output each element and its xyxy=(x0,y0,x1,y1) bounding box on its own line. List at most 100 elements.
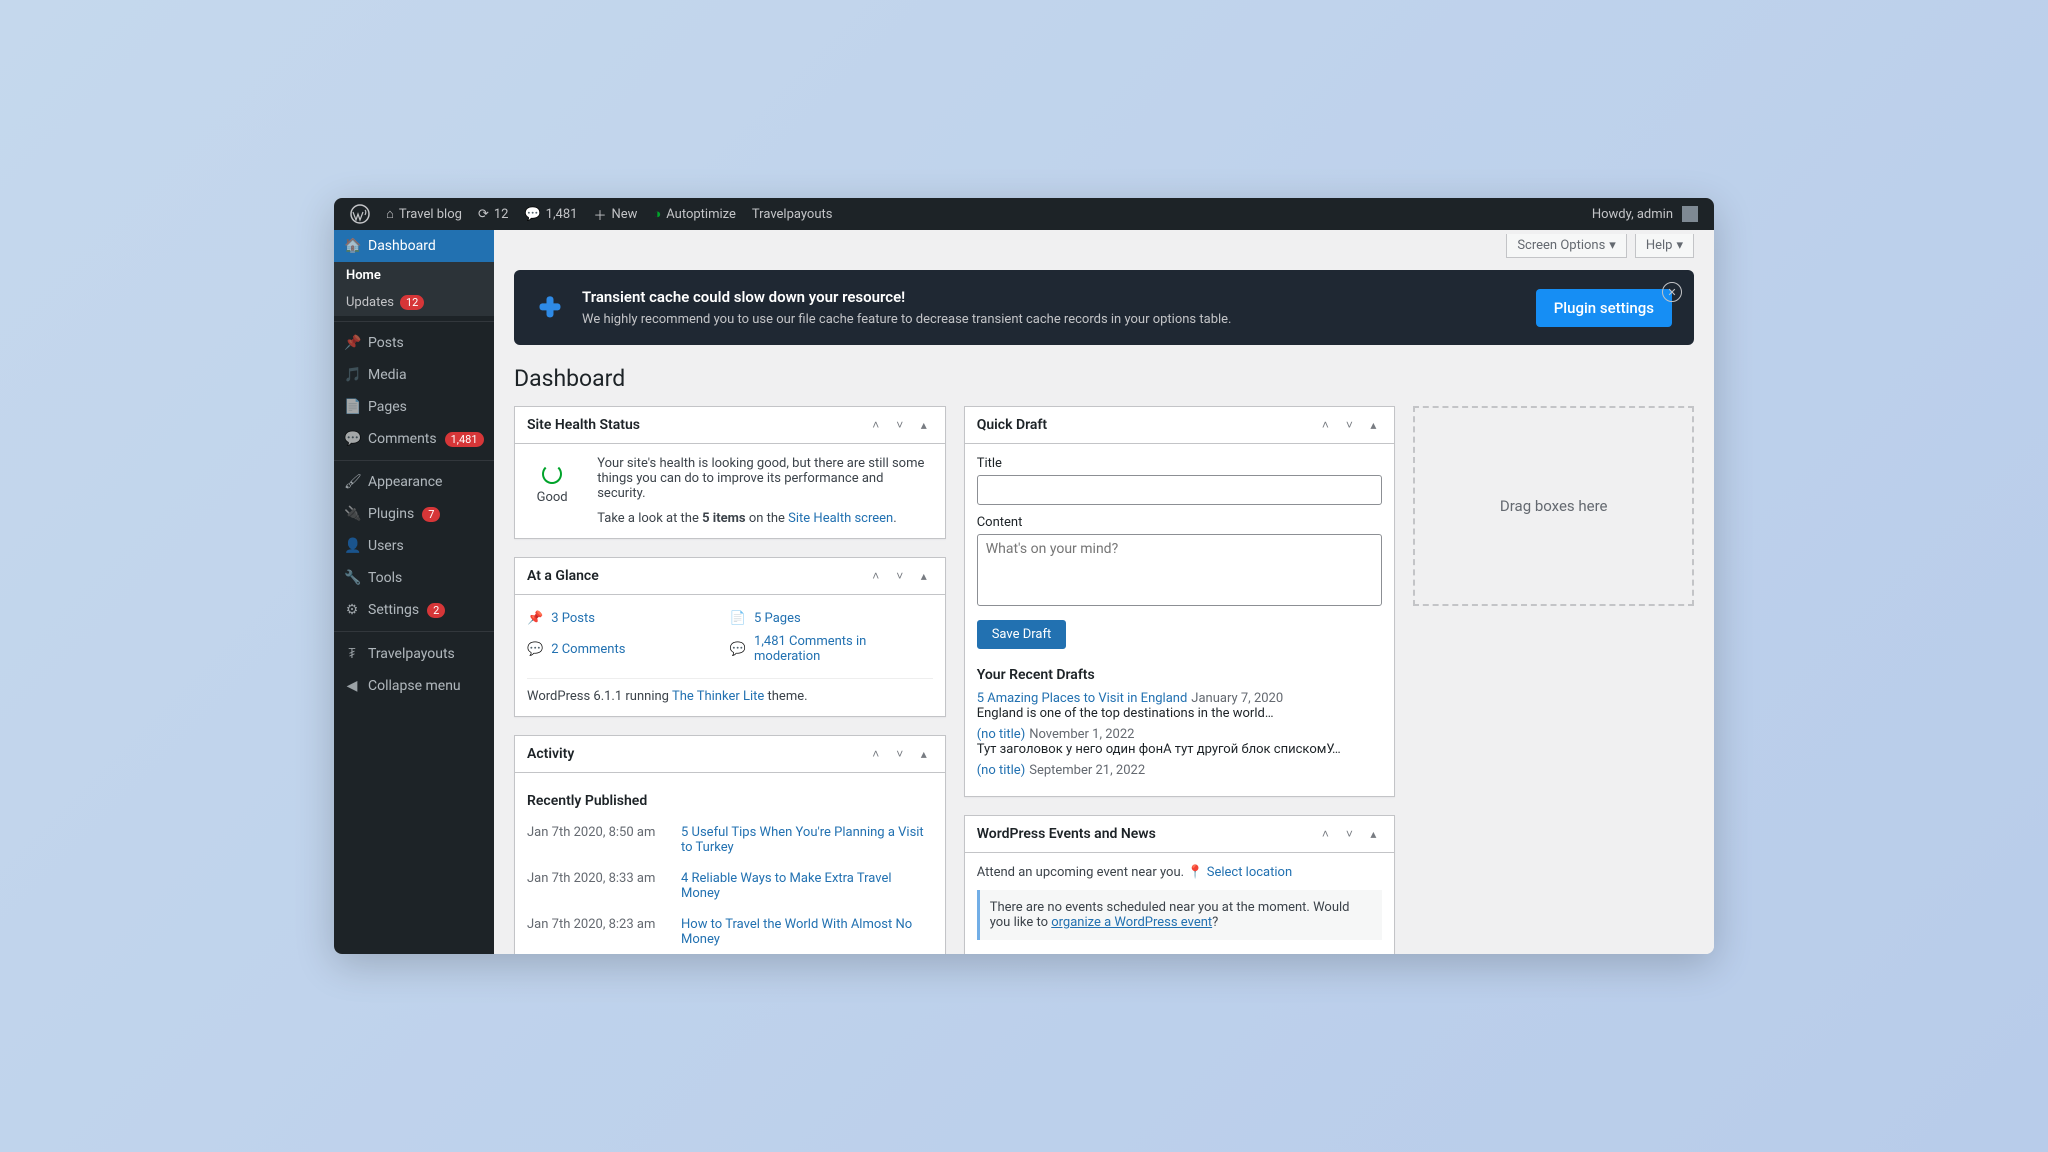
activity-post-link[interactable]: 4 Reliable Ways to Make Extra Travel Mon… xyxy=(681,871,933,901)
toggle-icon[interactable]: ▴ xyxy=(915,747,933,761)
wp-logo[interactable] xyxy=(342,198,378,230)
sidebar-item-media[interactable]: 🎵Media xyxy=(334,359,494,391)
updates-link[interactable]: ⟳12 xyxy=(470,198,517,230)
sidebar-item-appearance[interactable]: 🖌Appearance xyxy=(334,466,494,498)
glance-posts[interactable]: 📌3 Posts xyxy=(527,607,730,630)
help-tab[interactable]: Help ▾ xyxy=(1635,234,1694,258)
sidebar-collapse[interactable]: ◀Collapse menu xyxy=(334,670,494,702)
comment-icon: 💬 xyxy=(524,207,540,222)
autoptimize-link[interactable]: ◑Autoptimize xyxy=(645,198,744,230)
admin-sidebar: 🏠Dashboard Home Updates12 📌Posts 🎵Media … xyxy=(334,230,494,954)
dashboard-icon: 🏠 xyxy=(344,238,360,254)
plugins-badge: 7 xyxy=(422,507,440,522)
notice-title: Transient cache could slow down your res… xyxy=(582,288,1231,306)
move-down-icon[interactable]: ˅ xyxy=(1340,418,1358,432)
draft-title-input[interactable] xyxy=(977,475,1383,505)
tp-icon: ₮ xyxy=(344,645,360,662)
settings-badge: 2 xyxy=(427,603,445,618)
quick-draft-box: Quick Draft ˄˅▴ Title Content Save Draft… xyxy=(964,406,1396,797)
news-link[interactable]: Share Your Experience: The 2022 WordPres… xyxy=(977,950,1383,954)
comments-link[interactable]: 💬1,481 xyxy=(516,198,585,230)
power-icon: ◑ xyxy=(653,206,661,222)
page-title: Dashboard xyxy=(514,365,1694,392)
sidebar-item-tools[interactable]: 🔧Tools xyxy=(334,562,494,594)
health-status: Good xyxy=(537,490,568,505)
move-up-icon[interactable]: ˄ xyxy=(867,569,885,583)
sidebar-item-comments[interactable]: 💬Comments1,481 xyxy=(334,423,494,455)
plugin-settings-button[interactable]: Plugin settings xyxy=(1536,289,1672,327)
toggle-icon[interactable]: ▴ xyxy=(915,418,933,432)
sidebar-item-users[interactable]: 👤Users xyxy=(334,530,494,562)
site-link[interactable]: ⌂Travel blog xyxy=(378,198,470,230)
select-location-link[interactable]: Select location xyxy=(1207,865,1292,880)
organize-event-link[interactable]: organize a WordPress event xyxy=(1051,915,1212,930)
move-up-icon[interactable]: ˄ xyxy=(1316,827,1334,841)
draft-link[interactable]: 5 Amazing Places to Visit in England xyxy=(977,691,1188,706)
sidebar-sub-home[interactable]: Home xyxy=(334,262,494,289)
sidebar-item-dashboard[interactable]: 🏠Dashboard xyxy=(334,230,494,262)
move-down-icon[interactable]: ˅ xyxy=(891,418,909,432)
draft-item: 5 Amazing Places to Visit in EnglandJanu… xyxy=(977,691,1383,721)
media-icon: 🎵 xyxy=(344,367,360,383)
toggle-icon[interactable]: ▴ xyxy=(915,569,933,583)
comment-icon: 💬 xyxy=(344,431,360,447)
theme-link[interactable]: The Thinker Lite xyxy=(672,689,764,704)
activity-box: Activity ˄ ˅ ▴ Recently Published Jan 7th … xyxy=(514,735,946,954)
sidebar-sub-updates[interactable]: Updates12 xyxy=(334,289,494,316)
activity-post-link[interactable]: How to Travel the World With Almost No M… xyxy=(681,917,933,947)
comment-icon: 💬 xyxy=(527,642,543,657)
page-icon: 📄 xyxy=(730,611,746,626)
activity-row: Jan 7th 2020, 8:33 am4 Reliable Ways to … xyxy=(527,863,933,909)
activity-title: Activity xyxy=(527,746,574,762)
draft-item: (no title)September 21, 2022 xyxy=(977,763,1383,778)
sidebar-item-settings[interactable]: ⚙Settings2 xyxy=(334,594,494,626)
glance-comments[interactable]: 💬2 Comments xyxy=(527,630,730,668)
toggle-icon[interactable]: ▴ xyxy=(1364,418,1382,432)
no-events-notice: There are no events scheduled near you a… xyxy=(977,890,1383,940)
activity-row: Jan 7th 2020, 8:23 amHow to Travel the W… xyxy=(527,909,933,954)
draft-link[interactable]: (no title) xyxy=(977,763,1026,778)
glance-moderation[interactable]: 💬1,481 Comments in moderation xyxy=(730,630,933,668)
sidebar-item-travelpayouts[interactable]: ₮Travelpayouts xyxy=(334,637,494,670)
draft-link[interactable]: (no title) xyxy=(977,727,1026,742)
new-link[interactable]: ＋New xyxy=(585,198,645,230)
move-up-icon[interactable]: ˄ xyxy=(867,747,885,761)
screen-options-tab[interactable]: Screen Options ▾ xyxy=(1506,234,1627,258)
site-health-link[interactable]: Site Health screen xyxy=(788,511,893,526)
toggle-icon[interactable]: ▴ xyxy=(1364,827,1382,841)
draft-content-label: Content xyxy=(977,515,1383,530)
draft-content-textarea[interactable] xyxy=(977,534,1383,606)
move-up-icon[interactable]: ˄ xyxy=(867,418,885,432)
plug-icon: 🔌 xyxy=(344,506,360,522)
refresh-icon: ⟳ xyxy=(478,207,489,222)
activity-row: Jan 7th 2020, 8:50 am5 Useful Tips When … xyxy=(527,817,933,863)
sidebar-item-pages[interactable]: 📄Pages xyxy=(334,391,494,423)
glance-pages[interactable]: 📄5 Pages xyxy=(730,607,933,630)
health-spinner-icon xyxy=(542,464,562,484)
draft-title-label: Title xyxy=(977,456,1383,471)
recently-published-heading: Recently Published xyxy=(527,793,933,809)
notice-body: We highly recommend you to use our file … xyxy=(582,312,1231,327)
events-news-box: WordPress Events and News ˄˅▴ Attend an … xyxy=(964,815,1396,954)
sidebar-item-posts[interactable]: 📌Posts xyxy=(334,327,494,359)
sidebar-item-plugins[interactable]: 🔌Plugins7 xyxy=(334,498,494,530)
glance-title: At a Glance xyxy=(527,568,599,584)
move-up-icon[interactable]: ˄ xyxy=(1316,418,1334,432)
user-icon: 👤 xyxy=(344,538,360,554)
close-notice-button[interactable]: ✕ xyxy=(1662,282,1682,302)
move-down-icon[interactable]: ˅ xyxy=(1340,827,1358,841)
site-health-title: Site Health Status xyxy=(527,417,640,433)
move-down-icon[interactable]: ˅ xyxy=(891,747,909,761)
updates-badge: 12 xyxy=(400,295,424,310)
brush-icon: 🖌 xyxy=(344,474,360,490)
comments-badge: 1,481 xyxy=(445,432,484,447)
save-draft-button[interactable]: Save Draft xyxy=(977,620,1067,649)
chevron-down-icon: ▾ xyxy=(1676,238,1683,253)
travelpayouts-link[interactable]: Travelpayouts xyxy=(744,198,841,230)
account-link[interactable]: Howdy, admin xyxy=(1584,198,1706,230)
activity-post-link[interactable]: 5 Useful Tips When You're Planning a Vis… xyxy=(681,825,933,855)
move-down-icon[interactable]: ˅ xyxy=(891,569,909,583)
events-title: WordPress Events and News xyxy=(977,826,1156,842)
chevron-down-icon: ▾ xyxy=(1609,238,1616,253)
drop-zone[interactable]: Drag boxes here xyxy=(1413,406,1694,606)
